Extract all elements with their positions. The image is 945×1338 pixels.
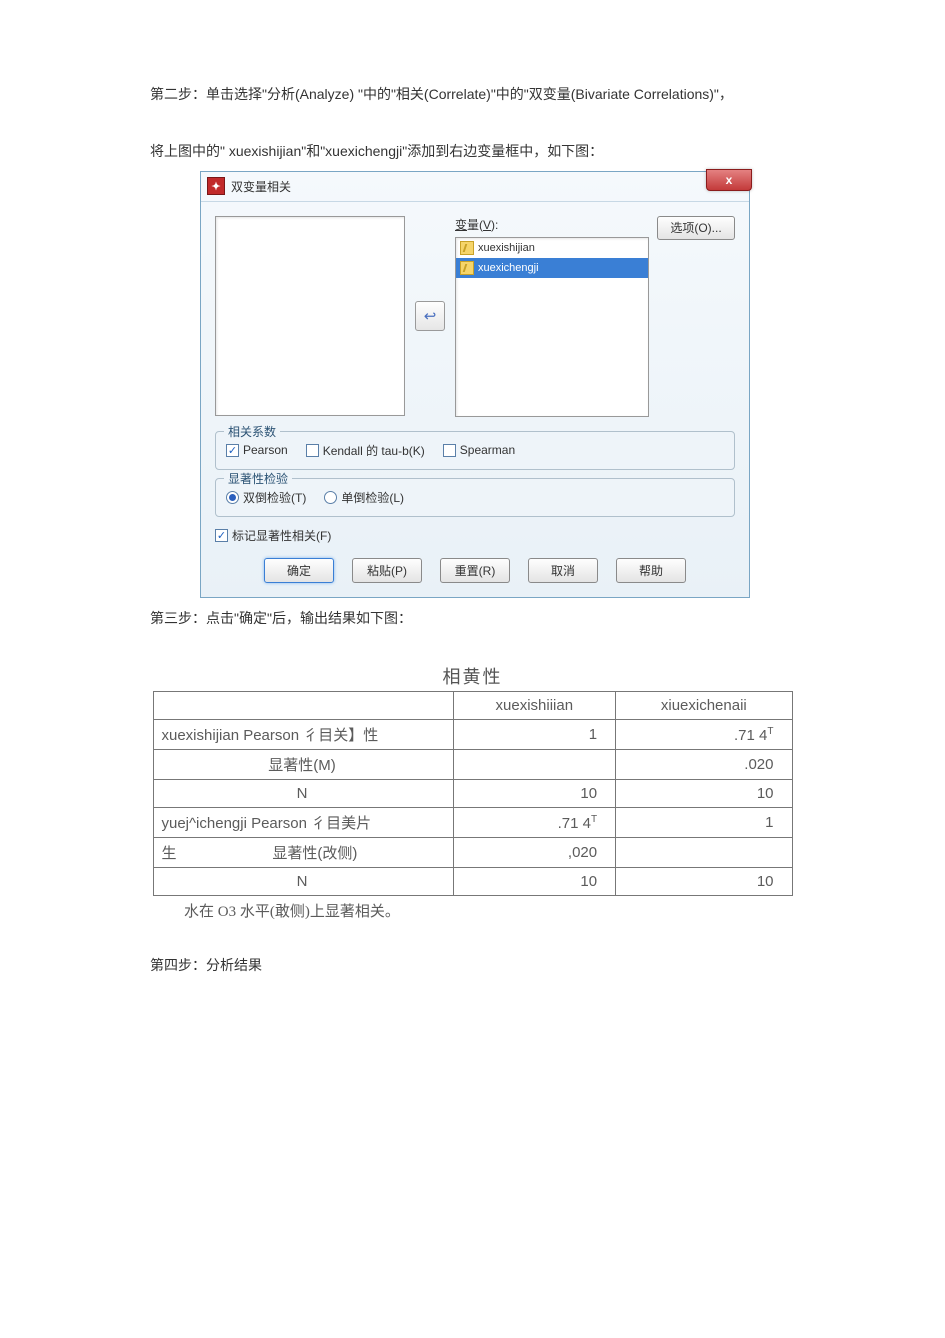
arrow-left-icon: ↩	[424, 307, 437, 325]
cell-value: ,020	[453, 838, 616, 868]
row-header: N	[153, 780, 453, 808]
scale-variable-icon	[460, 261, 474, 275]
cell-value	[453, 750, 616, 780]
paragraph-step3: 第三步：点击"确定"后，输出结果如下图：	[150, 604, 795, 633]
cell-value: .020	[616, 750, 792, 780]
paragraph-step2: 第二步：单击选择"分析(Analyze) "中的"相关(Correlate)"中…	[150, 80, 795, 109]
correlation-coefficients-group: 相关系数 ✓ Pearson Kendall 的 tau-b(K) Spearm…	[215, 431, 735, 470]
cell-value: .71 4T	[453, 808, 616, 838]
target-variable-list[interactable]: xuexishijian xuexichengji	[455, 237, 649, 417]
correlation-output: 相黄性 xuexishiiian xiuexichenaii xuexishij…	[150, 663, 795, 921]
paragraph-step4: 第四步：分析结果	[150, 951, 795, 980]
cell-value: 10	[616, 868, 792, 896]
reset-button[interactable]: 重置(R)	[440, 558, 510, 583]
source-variable-list[interactable]	[215, 216, 405, 416]
flag-significant-checkbox[interactable]: ✓ 标记显著性相关(F)	[215, 527, 331, 544]
kendall-checkbox[interactable]: Kendall 的 tau-b(K)	[306, 442, 425, 459]
cell-value: 10	[453, 780, 616, 808]
row-header: xuexishijian Pearson 彳目关】性	[153, 720, 453, 750]
dialog-bivariate: ✦ 双变量相关 x ↩ 变量(V):	[200, 171, 750, 598]
cell-value: 1	[453, 720, 616, 750]
two-tailed-radio[interactable]: 双倒检验(T)	[226, 489, 306, 506]
cancel-button[interactable]: 取消	[528, 558, 598, 583]
variables-label: 变量(V):	[455, 216, 649, 233]
dialog-titlebar: ✦ 双变量相关 x	[201, 172, 749, 202]
col-header: xiuexichenaii	[616, 692, 792, 720]
cell-value	[616, 838, 792, 868]
one-tailed-radio[interactable]: 单倒检验(L)	[324, 489, 404, 506]
paste-button[interactable]: 粘贴(P)	[352, 558, 422, 583]
cell-value: .71 4T	[616, 720, 792, 750]
close-button[interactable]: x	[706, 169, 752, 191]
variable-item-label: xuexishijian	[478, 242, 535, 254]
group-legend: 显著性检验	[224, 470, 292, 487]
variable-item-label: xuexichengji	[478, 262, 539, 274]
spearman-checkbox[interactable]: Spearman	[443, 443, 515, 457]
output-table-title: 相黄性	[150, 663, 795, 689]
cell-value: 10	[616, 780, 792, 808]
row-header: 生 显著性(改侧)	[153, 838, 453, 868]
variable-item[interactable]: xuexichengji	[456, 258, 648, 278]
ok-button[interactable]: 确定	[264, 558, 334, 583]
scale-variable-icon	[460, 241, 474, 255]
variable-item[interactable]: xuexishijian	[456, 238, 648, 258]
pearson-checkbox[interactable]: ✓ Pearson	[226, 443, 288, 457]
spss-app-icon: ✦	[207, 177, 225, 195]
significance-test-group: 显著性检验 双倒检验(T) 单倒检验(L)	[215, 478, 735, 517]
cell-value: 1	[616, 808, 792, 838]
col-header: xuexishiiian	[453, 692, 616, 720]
row-header: yuej^ichengji Pearson 彳目美片	[153, 808, 453, 838]
row-header: N	[153, 868, 453, 896]
help-button[interactable]: 帮助	[616, 558, 686, 583]
correlation-table: xuexishiiian xiuexichenaii xuexishijian …	[153, 691, 793, 896]
paragraph-add-vars: 将上图中的" xuexishijian"和"xuexichengji"添加到右边…	[150, 137, 795, 166]
dialog-title: 双变量相关	[231, 178, 291, 195]
table-footnote: 水在 O3 水平(敢侧)上显著相关。	[184, 900, 795, 921]
move-variable-button[interactable]: ↩	[415, 301, 445, 331]
dialog-button-row: 确定 粘贴(P) 重置(R) 取消 帮助	[201, 548, 749, 597]
group-legend: 相关系数	[224, 423, 280, 440]
options-button[interactable]: 选项(O)...	[657, 216, 735, 240]
row-header: 显著性(M)	[153, 750, 453, 780]
cell-value: 10	[453, 868, 616, 896]
